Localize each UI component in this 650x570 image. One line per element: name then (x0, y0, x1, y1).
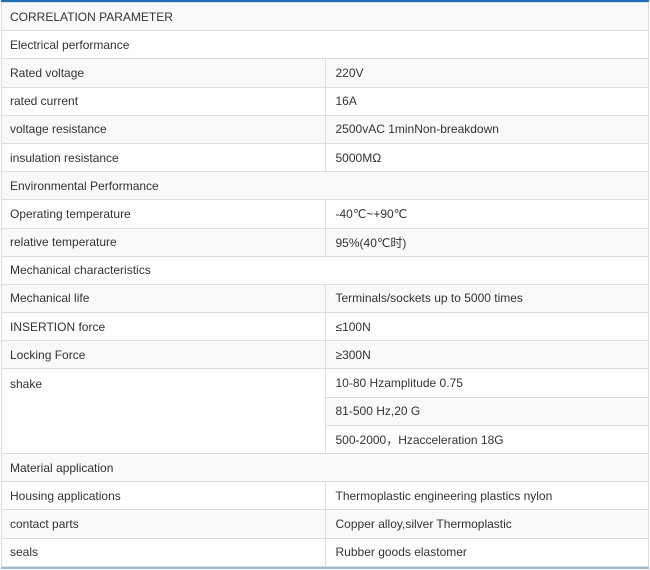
row-value: Thermoplastic engineering plastics nylon (324, 481, 649, 511)
row-value: Copper alloy,silver Thermoplastic (324, 509, 649, 539)
row-value: Rubber goods elastomer (324, 537, 649, 567)
parameter-table-container: CORRELATION PARAMETER Electrical perform… (1, 0, 649, 569)
table-row: rated current 16A (1, 86, 649, 116)
row-label: Operating temperature (1, 199, 326, 229)
row-label: shake (1, 368, 326, 454)
row-label: Locking Force (1, 340, 326, 370)
row-label: INSERTION force (1, 312, 326, 342)
table-row: insulation resistance 5000MΩ (1, 142, 649, 173)
section-title: Mechanical characteristics (1, 255, 649, 285)
table-row: shake 10-80 Hzamplitude 0.75 (1, 368, 649, 454)
row-value: 500-2000，Hzacceleration 18G (324, 424, 649, 455)
table-row: relative temperature 95%(40℃时) (1, 227, 649, 257)
row-label: Rated voltage (1, 58, 326, 88)
section-row-mechanical: Mechanical characteristics (1, 255, 649, 285)
table-row: Operating temperature -40℃~+90℃ (1, 199, 649, 229)
section-row-electrical: Electrical performance (1, 30, 649, 60)
row-value: 2500vAC 1minNon-breakdown (324, 114, 649, 144)
row-value: 220V (324, 58, 649, 88)
row-value: ≥300N (324, 340, 649, 370)
row-label: voltage resistance (1, 114, 326, 144)
row-label: Mechanical life (1, 283, 326, 314)
table-row: INSERTION force ≤100N (1, 312, 649, 342)
row-label: rated current (1, 86, 326, 116)
table-row: Rated voltage 220V (1, 58, 649, 88)
row-value: 16A (324, 86, 649, 116)
row-value: ≤100N (324, 312, 649, 342)
row-label: relative temperature (1, 227, 326, 257)
row-value: 10-80 Hzamplitude 0.75 (324, 368, 649, 398)
row-value: 81-500 Hz,20 G (324, 396, 649, 426)
row-value: Terminals/sockets up to 5000 times (324, 283, 649, 314)
table-header-row: CORRELATION PARAMETER (1, 1, 649, 32)
row-label: Housing applications (1, 481, 326, 511)
row-value: 5000MΩ (324, 142, 649, 173)
row-value: 95%(40℃时) (324, 227, 649, 257)
table-row: seals Rubber goods elastomer (1, 537, 649, 567)
section-row-material: Material application (1, 452, 649, 483)
table-row: contact parts Copper alloy,silver Thermo… (1, 509, 649, 539)
section-title: Environmental Performance (1, 171, 649, 201)
row-label: seals (1, 537, 326, 567)
section-title: Material application (1, 452, 649, 483)
table-row: Mechanical life Terminals/sockets up to … (1, 283, 649, 314)
row-value: -40℃~+90℃ (324, 199, 649, 229)
table-row: Housing applications Thermoplastic engin… (1, 481, 649, 511)
row-label: insulation resistance (1, 142, 326, 173)
parameter-table: CORRELATION PARAMETER Electrical perform… (1, 1, 649, 567)
section-title: Electrical performance (1, 30, 649, 60)
row-label: contact parts (1, 509, 326, 539)
table-row: voltage resistance 2500vAC 1minNon-break… (1, 114, 649, 144)
section-row-environmental: Environmental Performance (1, 171, 649, 201)
table-title: CORRELATION PARAMETER (1, 1, 649, 32)
table-row: Locking Force ≥300N (1, 340, 649, 370)
